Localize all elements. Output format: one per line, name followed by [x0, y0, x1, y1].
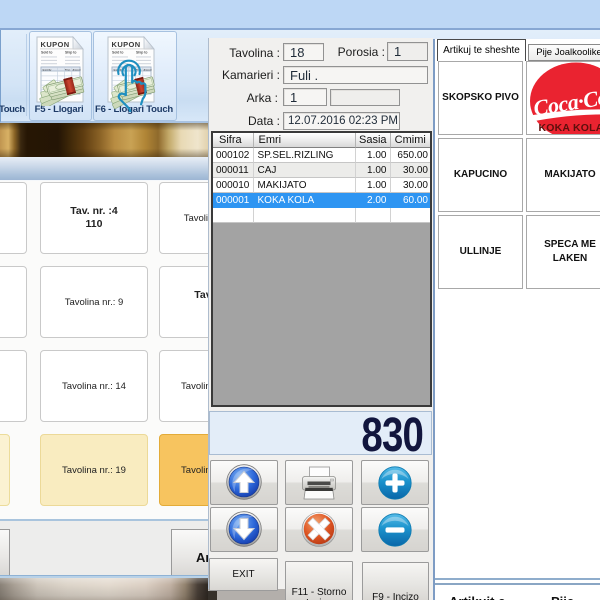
svg-text:Amount: Amount: [73, 68, 82, 71]
svg-text:Sold to: Sold to: [112, 51, 124, 55]
svg-text:Amount: Amount: [144, 68, 153, 71]
svg-text:Sold to: Sold to: [41, 51, 53, 55]
svg-text:KUPON: KUPON: [112, 40, 141, 49]
svg-text:Price: Price: [65, 69, 71, 71]
svg-text:KUPON: KUPON: [41, 40, 70, 49]
svg-text:Quantity: Quantity: [43, 68, 53, 71]
svg-text:Ship to: Ship to: [136, 51, 148, 55]
svg-text:Ship to: Ship to: [65, 51, 77, 55]
